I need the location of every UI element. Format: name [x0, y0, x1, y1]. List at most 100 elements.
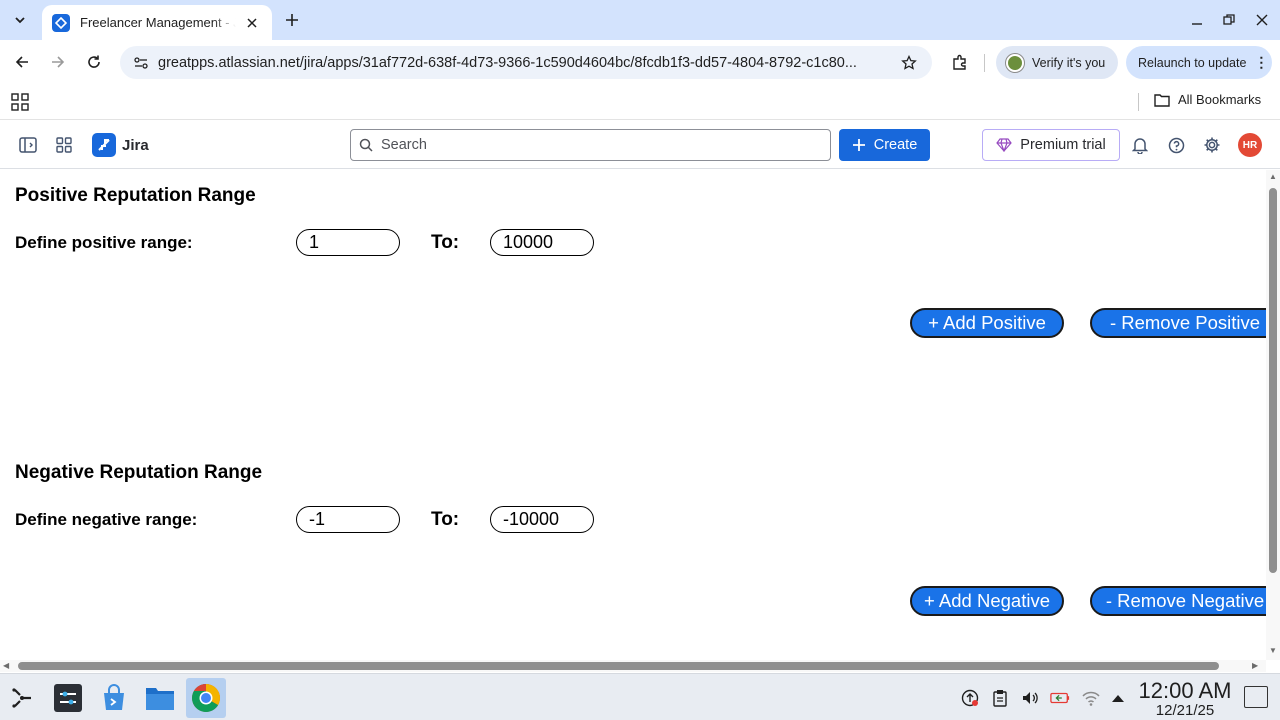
jira-search-box[interactable] — [350, 129, 831, 161]
add-negative-button[interactable]: + Add Negative — [910, 586, 1064, 616]
jira-logo-icon — [92, 133, 116, 157]
positive-to-input[interactable] — [490, 229, 594, 256]
negative-from-input[interactable] — [296, 506, 400, 533]
sidebar-toggle-icon[interactable] — [16, 133, 40, 157]
add-positive-button[interactable]: + Add Positive — [910, 308, 1064, 338]
jira-home-link[interactable]: Jira — [92, 133, 149, 157]
scroll-right-icon[interactable]: ▶ — [1252, 661, 1258, 670]
settings-button[interactable] — [1200, 133, 1224, 157]
scroll-down-icon[interactable]: ▼ — [1269, 646, 1277, 655]
negative-to-label: To: — [431, 509, 460, 530]
back-icon — [15, 56, 28, 68]
os-taskbar: 12:00 AM 12/21/25 — [0, 673, 1280, 720]
battery-icon[interactable] — [1050, 688, 1070, 708]
positive-to-label: To: — [431, 232, 460, 253]
reload-button[interactable] — [82, 50, 106, 74]
star-icon[interactable] — [898, 52, 920, 74]
forward-icon — [52, 56, 65, 68]
url-text: greatpps.atlassian.net/jira/apps/31af772… — [158, 54, 857, 71]
premium-trial-button[interactable]: Premium trial — [982, 129, 1120, 161]
store-bag-icon — [104, 684, 124, 710]
taskbar-store-app[interactable] — [94, 678, 134, 718]
tab-title: Freelancer Management - Jira — [80, 15, 236, 30]
system-settings-icon — [54, 684, 82, 712]
close-icon — [1256, 14, 1268, 26]
taskbar-settings-app[interactable] — [48, 678, 88, 718]
folder-icon — [146, 688, 174, 710]
positive-section-title: Positive Reputation Range — [15, 185, 256, 206]
plus-icon — [852, 139, 865, 151]
site-info-icon[interactable] — [126, 51, 156, 75]
extensions-icon[interactable] — [948, 50, 972, 74]
help-button[interactable] — [1164, 133, 1188, 157]
show-desktop-button[interactable] — [1244, 686, 1268, 708]
taskbar-chrome-app[interactable] — [186, 678, 226, 718]
all-bookmarks-button[interactable]: All Bookmarks — [1154, 92, 1261, 107]
browser-toolbar: greatpps.atlassian.net/jira/apps/31af772… — [0, 40, 1280, 84]
horizontal-scrollbar[interactable]: ◀ ▶ — [0, 660, 1266, 672]
tab-search-button[interactable] — [6, 8, 34, 32]
launcher-icon — [12, 688, 31, 708]
address-bar[interactable]: greatpps.atlassian.net/jira/apps/31af772… — [120, 46, 932, 79]
close-window-button[interactable] — [1252, 10, 1272, 30]
app-switcher-icon[interactable] — [52, 133, 76, 157]
chrome-icon — [192, 684, 220, 712]
profile-avatar — [1006, 53, 1024, 72]
diamond-icon — [996, 138, 1013, 152]
horizontal-scroll-thumb[interactable] — [18, 662, 1219, 670]
volume-icon[interactable] — [1020, 688, 1040, 708]
jira-top-nav: Jira Create Premium trial HR — [0, 121, 1280, 169]
relaunch-label: Relaunch to update — [1138, 55, 1247, 70]
updates-icon[interactable] — [960, 688, 980, 708]
bookmarks-separator — [1138, 93, 1139, 111]
tab-freelancer-management[interactable]: Freelancer Management - Jira — [42, 5, 272, 40]
help-icon — [1168, 137, 1184, 153]
search-input[interactable] — [381, 137, 801, 153]
restore-icon — [1223, 14, 1235, 25]
minimize-icon — [1192, 23, 1202, 25]
jira-app-name: Jira — [122, 136, 149, 154]
launcher-button[interactable] — [2, 678, 42, 718]
vertical-scroll-thumb[interactable] — [1269, 188, 1277, 573]
clipboard-icon[interactable] — [990, 688, 1010, 708]
negative-section-title: Negative Reputation Range — [15, 462, 263, 483]
scroll-left-icon[interactable]: ◀ — [3, 661, 9, 670]
taskbar-files-app[interactable] — [140, 678, 180, 718]
minimize-button[interactable] — [1187, 10, 1207, 30]
back-button[interactable] — [10, 50, 34, 74]
toolbar-separator — [984, 54, 985, 72]
positive-from-input[interactable] — [296, 229, 400, 256]
create-button[interactable]: Create — [839, 129, 930, 161]
remove-negative-button[interactable]: - Remove Negative — [1090, 586, 1266, 616]
notifications-button[interactable] — [1128, 133, 1152, 157]
app-content: Positive Reputation Range Define positiv… — [0, 170, 1266, 660]
clock-time[interactable]: 12:00 AM — [1138, 678, 1232, 704]
remove-positive-button[interactable]: - Remove Positive — [1090, 308, 1266, 338]
chevron-down-icon — [15, 17, 25, 24]
apps-grid-icon[interactable] — [10, 92, 30, 112]
gear-icon — [1204, 137, 1220, 153]
plus-icon — [286, 14, 298, 26]
clock-date[interactable]: 12/21/25 — [1138, 702, 1232, 719]
new-tab-button[interactable] — [280, 8, 304, 32]
close-icon[interactable] — [242, 13, 262, 33]
scroll-up-icon[interactable]: ▲ — [1269, 172, 1277, 181]
negative-to-input[interactable] — [490, 506, 594, 533]
tray-expand-icon[interactable] — [1108, 688, 1128, 708]
all-bookmarks-label: All Bookmarks — [1178, 92, 1262, 107]
vertical-scrollbar[interactable]: ▲ ▼ — [1266, 170, 1280, 660]
forward-button[interactable] — [46, 50, 70, 74]
wifi-icon[interactable] — [1081, 688, 1101, 708]
avatar[interactable]: HR — [1238, 133, 1262, 157]
more-menu-icon[interactable]: ⋮ — [1254, 54, 1268, 71]
restore-button[interactable] — [1219, 10, 1239, 30]
bookmarks-bar: All Bookmarks — [0, 84, 1280, 120]
verify-label: Verify it's you — [1032, 55, 1106, 70]
verify-identity-chip[interactable]: Verify it's you — [996, 46, 1118, 79]
jira-favicon-icon — [52, 13, 70, 32]
positive-range-label: Define positive range: — [15, 233, 193, 252]
relaunch-button[interactable]: Relaunch to update ⋮ — [1126, 46, 1272, 79]
premium-label: Premium trial — [1020, 137, 1106, 153]
folder-icon — [1154, 93, 1170, 107]
bell-icon — [1132, 137, 1148, 154]
